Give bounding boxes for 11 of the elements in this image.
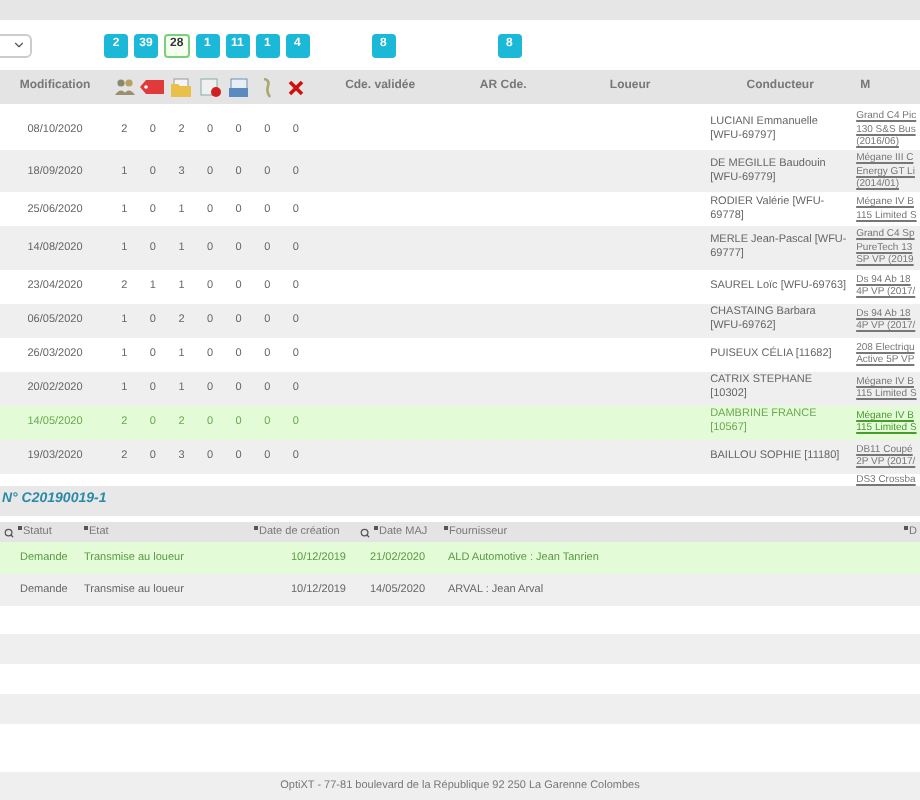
chevron-down-icon bbox=[12, 38, 26, 53]
people-icon bbox=[113, 78, 136, 97]
folder-icon bbox=[170, 77, 193, 98]
hook-icon bbox=[260, 77, 275, 98]
dropdown-field[interactable] bbox=[0, 33, 32, 58]
search-icon[interactable] bbox=[360, 527, 370, 538]
document-icon bbox=[227, 77, 250, 98]
search-icon[interactable] bbox=[4, 527, 14, 538]
tag-icon bbox=[140, 80, 165, 95]
document-icon bbox=[199, 77, 222, 98]
delete-icon bbox=[287, 79, 304, 96]
